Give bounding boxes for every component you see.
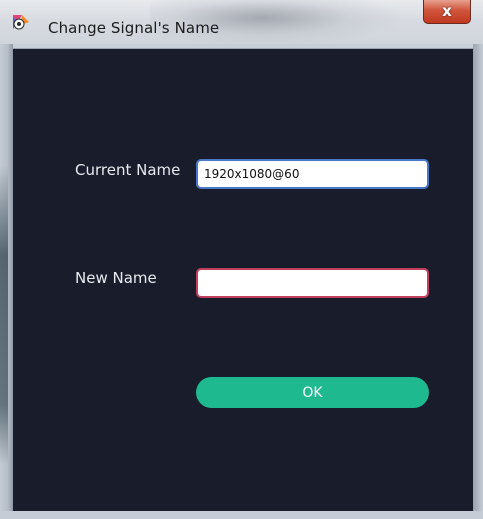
- new-name-label: New Name: [75, 269, 157, 287]
- app-logo-icon: [13, 15, 29, 30]
- window-left-shadow: [0, 165, 8, 465]
- window-title: Change Signal's Name: [48, 19, 220, 37]
- window-bottom-border: [0, 511, 483, 519]
- close-icon: x: [442, 2, 452, 20]
- current-name-label: Current Name: [75, 161, 181, 179]
- new-name-field[interactable]: [196, 268, 429, 298]
- dialog-body: Current Name New Name OK: [13, 48, 473, 511]
- title-bar[interactable]: Change Signal's Name x: [0, 0, 483, 44]
- close-button[interactable]: x: [423, 0, 471, 24]
- window-right-border: [473, 44, 483, 519]
- current-name-field[interactable]: [196, 159, 429, 189]
- ok-button[interactable]: OK: [196, 377, 429, 408]
- dialog-window: Change Signal's Name x Current Name New …: [0, 0, 483, 519]
